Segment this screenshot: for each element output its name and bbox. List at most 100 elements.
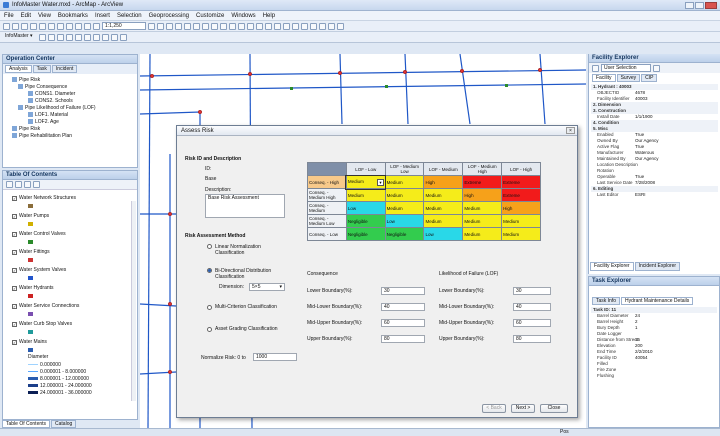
matrix-cell[interactable]: Negligible <box>384 227 425 241</box>
layer-row[interactable]: ✓ Water Pumps <box>6 210 134 222</box>
infomaster-tool-3-icon[interactable] <box>57 33 64 41</box>
layer-visibility-checkbox[interactable]: ✓ <box>12 195 17 201</box>
identify-icon[interactable] <box>301 22 308 30</box>
layer-visibility-checkbox[interactable]: ✓ <box>12 303 17 309</box>
tree-node[interactable]: Pipe Rehabilitation Plan <box>6 132 134 139</box>
list-by-drawing-order-icon[interactable] <box>6 181 13 188</box>
infomaster-tool-4-icon[interactable] <box>66 33 73 41</box>
matrix-cell[interactable]: Medium <box>384 188 425 202</box>
map-scale-combo[interactable]: 1:1,250 <box>102 22 146 30</box>
layer-visibility-checkbox[interactable]: ✓ <box>12 339 17 345</box>
facility-selector[interactable]: User Selection <box>601 64 651 72</box>
close-dialog-button[interactable]: Close <box>540 404 568 413</box>
infomaster-tool-6-icon[interactable] <box>84 33 91 41</box>
radio-asset-grading[interactable] <box>207 326 212 332</box>
layer-visibility-checkbox[interactable]: ✓ <box>12 285 17 291</box>
infomaster-tool-9-icon[interactable] <box>111 33 118 41</box>
lof-boundary-field[interactable]: 60 <box>513 319 551 327</box>
tree-node[interactable]: LOF2. Age <box>6 118 134 125</box>
method-asset-grading[interactable]: Asset Grading Classification <box>207 326 278 332</box>
facility-back-icon[interactable] <box>592 64 599 72</box>
menu-item-selection[interactable]: Selection <box>117 13 142 19</box>
layer-row[interactable]: ✓ Water Curb Stop Valves <box>6 318 134 330</box>
matrix-cell[interactable]: Extreme <box>462 175 503 189</box>
copy-button[interactable] <box>48 22 55 30</box>
find-icon[interactable] <box>310 22 317 30</box>
measure-icon[interactable] <box>319 22 326 30</box>
layer-row[interactable]: ✓ Water Control Valves <box>6 228 134 240</box>
catalog-button[interactable] <box>166 22 173 30</box>
tree-node[interactable]: Pipe Likelihood of Failure (LOF) <box>6 104 134 111</box>
menu-item-insert[interactable]: Insert <box>95 13 110 19</box>
next-button[interactable]: Next > <box>511 404 535 413</box>
editor-button[interactable] <box>148 22 155 30</box>
matrix-cell[interactable]: High <box>423 175 464 189</box>
menu-item-geoprocessing[interactable]: Geoprocessing <box>149 13 189 19</box>
matrix-cell[interactable]: Medium <box>501 214 541 228</box>
menu-item-windows[interactable]: Windows <box>231 13 255 19</box>
python-button[interactable] <box>193 22 200 30</box>
infomaster-tool-1-icon[interactable] <box>39 33 46 41</box>
arctoolbox-button[interactable] <box>184 22 191 30</box>
add-data-button[interactable] <box>93 22 100 30</box>
layer-visibility-checkbox[interactable]: ✓ <box>12 213 17 219</box>
tab-task-info[interactable]: Task Info <box>592 297 621 305</box>
facility-refresh-icon[interactable] <box>653 64 660 72</box>
menu-item-edit[interactable]: Edit <box>21 13 31 19</box>
matrix-cell[interactable]: Medium <box>462 227 503 241</box>
cut-button[interactable] <box>39 22 46 30</box>
lof-boundary-field[interactable]: 40 <box>513 303 551 311</box>
lof-boundary-field[interactable]: 30 <box>513 287 551 295</box>
method-bidirectional[interactable]: Bi-Directional Distribution Classificati… <box>207 268 283 280</box>
tab-facility-explorer[interactable]: Facility Explorer <box>590 262 634 271</box>
delete-button[interactable] <box>66 22 73 30</box>
layer-row[interactable]: ✓ Water Mains <box>6 336 134 348</box>
list-by-source-icon[interactable] <box>15 181 22 188</box>
infomaster-tool-5-icon[interactable] <box>75 33 82 41</box>
infomaster-tool-7-icon[interactable] <box>93 33 100 41</box>
matrix-cell[interactable]: Medium ▾ <box>345 174 387 190</box>
radio-bidirectional[interactable] <box>207 268 212 273</box>
matrix-cell[interactable]: Extreme <box>501 175 541 189</box>
matrix-cell[interactable]: High <box>501 201 541 215</box>
forward-extent-icon[interactable] <box>265 22 272 30</box>
open-button[interactable] <box>12 22 19 30</box>
normalize-field[interactable]: 1000 <box>253 353 297 361</box>
full-extent-icon[interactable] <box>229 22 236 30</box>
tree-node[interactable]: Pipe Risk <box>6 125 134 132</box>
matrix-cell[interactable]: Medium <box>423 188 464 202</box>
menu-item-help[interactable]: Help <box>263 13 275 19</box>
matrix-cell[interactable]: Low <box>423 227 464 241</box>
toc-scrollbar[interactable] <box>131 201 136 401</box>
method-linear[interactable]: Linear Normalization Classification <box>207 244 275 256</box>
matrix-cell[interactable]: Low <box>384 214 425 228</box>
print-button[interactable] <box>30 22 37 30</box>
menu-item-file[interactable]: File <box>4 13 14 19</box>
redo-button[interactable] <box>84 22 91 30</box>
radio-multi-criterion[interactable] <box>207 304 212 310</box>
matrix-cell[interactable]: Medium <box>384 201 425 215</box>
search-button[interactable] <box>175 22 182 30</box>
infomaster-tool-8-icon[interactable] <box>102 33 109 41</box>
matrix-cell[interactable]: Medium <box>462 214 503 228</box>
zoom-out-icon[interactable] <box>211 22 218 30</box>
infomaster-tool-2-icon[interactable] <box>48 33 55 41</box>
tree-node[interactable]: CONS1. Diameter <box>6 90 134 97</box>
layer-visibility-checkbox[interactable]: ✓ <box>12 231 17 237</box>
infomaster-menu[interactable]: InfoMaster ▾ <box>3 33 37 41</box>
list-by-selection-icon[interactable] <box>33 181 40 188</box>
html-popup-icon[interactable] <box>337 22 344 30</box>
matrix-cell[interactable]: Medium <box>462 201 503 215</box>
menu-item-view[interactable]: View <box>38 13 51 19</box>
clear-selection-icon[interactable] <box>283 22 290 30</box>
matrix-cell[interactable]: Medium <box>423 214 464 228</box>
paste-button[interactable] <box>57 22 64 30</box>
dimension-select[interactable]: 5×5 ▾ <box>249 283 285 291</box>
undo-button[interactable] <box>75 22 82 30</box>
layer-row[interactable]: ✓ Water Hydrants <box>6 282 134 294</box>
consequence-boundary-field[interactable]: 40 <box>381 303 425 311</box>
task-attribute-row[interactable]: Flushing <box>591 373 717 379</box>
layer-row[interactable]: ✓ Water Fittings <box>6 246 134 258</box>
radio-linear[interactable] <box>207 244 212 249</box>
attribute-row[interactable]: Last Editor ESRI <box>591 192 718 198</box>
